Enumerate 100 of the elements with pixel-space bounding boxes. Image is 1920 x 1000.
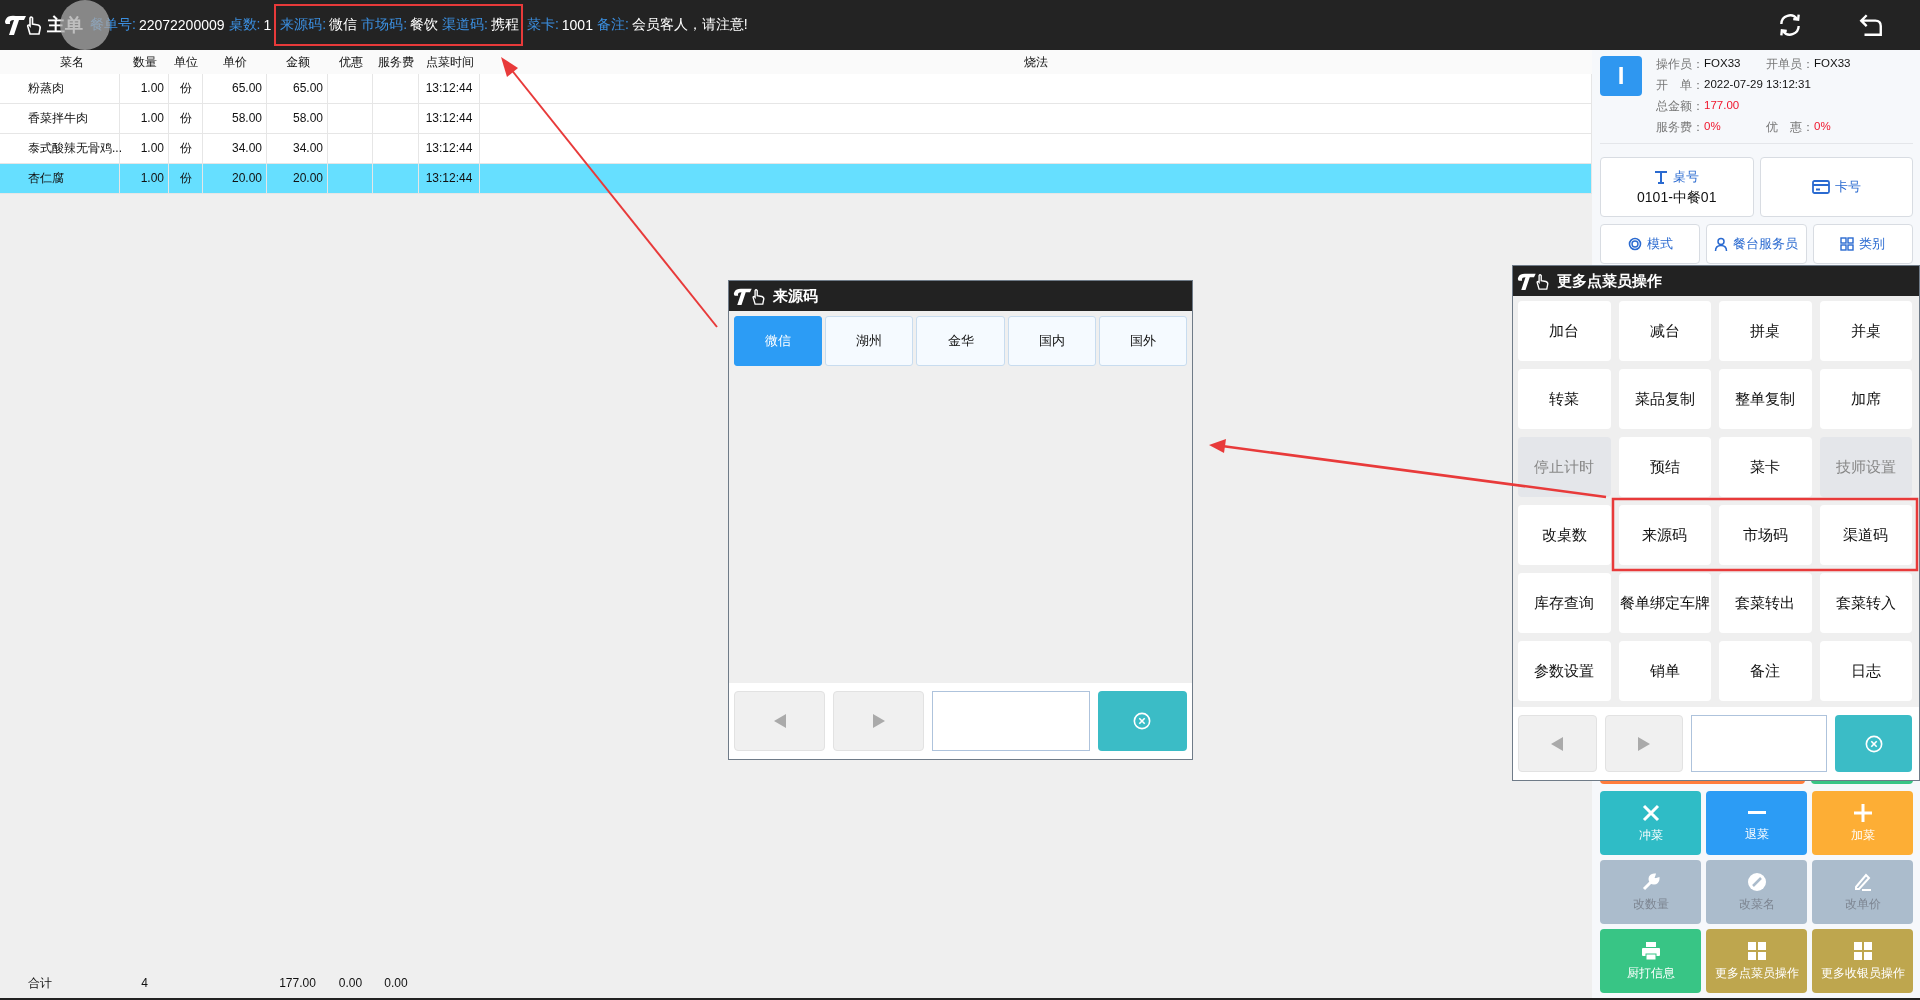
table-cell: 份 [179, 171, 192, 185]
operation-button[interactable]: 并桌 [1819, 301, 1912, 361]
operation-button[interactable]: 市场码 [1719, 505, 1812, 565]
table-cell: 20.00 [292, 171, 323, 185]
info-value: 0% [1814, 120, 1831, 134]
column-header: 菜名 [59, 53, 85, 71]
info-label: 开单员： [1766, 57, 1814, 72]
column-header: 服务费 [377, 53, 415, 71]
card-number-button[interactable]: 卡号 [1759, 157, 1913, 217]
status-badge: I [1600, 56, 1642, 96]
column-header: 单价 [222, 53, 248, 71]
column-header: 单位 [173, 53, 199, 71]
table-cell: 34.00 [292, 141, 323, 155]
field-value: 1001 [561, 17, 593, 33]
operation-button[interactable]: 菜卡 [1719, 437, 1812, 497]
field-label: 桌数: [228, 16, 261, 34]
field-value: 携程 [490, 16, 519, 34]
field-label: 菜卡: [526, 16, 559, 34]
operation-button[interactable]: 参数设置 [1518, 641, 1611, 701]
table-cell: 1.00 [140, 141, 164, 155]
option-button[interactable]: 湖州 [825, 316, 914, 366]
info-label: 开 单： [1656, 78, 1704, 93]
info-label: 优 惠： [1766, 120, 1814, 135]
mode-button[interactable]: 类别 [1812, 224, 1913, 264]
table-number-button[interactable]: 桌号 0101-中餐01 [1600, 157, 1754, 217]
operation-button[interactable]: 库存查询 [1518, 573, 1611, 633]
option-button[interactable]: 国外 [1098, 316, 1187, 366]
info-label: 操作员： [1656, 57, 1704, 72]
operation-button[interactable]: 加台 [1518, 301, 1611, 361]
table-cell: 20.00 [231, 171, 262, 185]
operation-button[interactable]: 加席 [1819, 369, 1912, 429]
table-cell: 65.00 [231, 81, 262, 95]
table-cell: 13:12:44 [425, 171, 473, 185]
table-cell: 香菜拌牛肉 [28, 111, 88, 125]
info-value: 2022-07-29 13:12:31 [1704, 78, 1811, 92]
table-cell: 13:12:44 [425, 141, 473, 155]
operation-button[interactable]: 减台 [1618, 301, 1711, 361]
table-row[interactable]: 泰式酸辣无骨鸡... 1.00 份 34.00 34.00 13:12:44 [0, 134, 1592, 164]
table-cell: 1.00 [140, 171, 164, 185]
table-cell: 粉蒸肉 [28, 81, 64, 95]
operation-button[interactable]: 改桌数 [1518, 505, 1611, 565]
window-title: 主单 [47, 14, 83, 37]
info-label: 总金额： [1656, 99, 1704, 114]
table-cell: 13:12:44 [425, 81, 473, 95]
total-label: 合计 [28, 975, 52, 990]
column-header: 数量 [131, 53, 158, 71]
mode-button[interactable]: 模式 [1600, 224, 1701, 264]
field-value: 会员客人，请注意! [631, 16, 748, 34]
operation-button[interactable]: 来源码 [1618, 505, 1711, 565]
operation-button[interactable]: 整单复制 [1719, 369, 1812, 429]
table-cell: 58.00 [292, 111, 323, 125]
dialog-title: 更多点菜员操作 [1557, 271, 1662, 291]
total-cell: 4 [141, 976, 148, 990]
column-header: 烧法 [1023, 53, 1049, 71]
table-cell: 13:12:44 [425, 111, 473, 125]
operation-button[interactable]: 餐单绑定车牌 [1618, 573, 1711, 633]
column-header: 点菜时间 [424, 53, 475, 71]
table-cell: 34.00 [231, 141, 262, 155]
option-button[interactable]: 金华 [916, 316, 1005, 366]
table-row[interactable]: 粉蒸肉 1.00 份 65.00 65.00 13:12:44 [0, 74, 1592, 104]
field-label: 备注: [596, 16, 629, 34]
table-cell: 份 [179, 81, 192, 95]
dialog-title: 来源码 [773, 286, 818, 306]
table-cell: 1.00 [140, 81, 164, 95]
field-value: 餐饮 [410, 16, 438, 34]
operation-button[interactable]: 转菜 [1518, 369, 1611, 429]
operation-button[interactable]: 日志 [1819, 641, 1912, 701]
table-cell: 65.00 [292, 81, 323, 95]
option-button[interactable]: 国内 [1007, 316, 1096, 366]
operation-button[interactable]: 备注 [1719, 641, 1812, 701]
operation-button[interactable]: 套菜转出 [1719, 573, 1812, 633]
operation-button[interactable]: 菜品复制 [1618, 369, 1711, 429]
field-label: 市场码: [361, 16, 407, 34]
field-label: 来源码: [280, 16, 327, 34]
field-value: 1 [263, 17, 272, 33]
info-value: FOX33 [1704, 57, 1741, 71]
info-label: 服务费： [1656, 120, 1704, 135]
column-header: 金额 [284, 53, 311, 71]
operation-button[interactable]: 销单 [1618, 641, 1711, 701]
operation-button[interactable]: 套菜转入 [1819, 573, 1912, 633]
table-cell: 58.00 [231, 111, 262, 125]
table-cell: 份 [179, 141, 192, 155]
info-value: 0% [1704, 120, 1721, 134]
selected-row[interactable]: 杏仁腐 1.00 份 20.00 20.00 13:12:44 [0, 164, 1592, 194]
operation-button[interactable]: 预结 [1618, 437, 1711, 497]
total-cell: 0.00 [338, 976, 363, 990]
column-header: 优惠 [337, 53, 364, 71]
table-row[interactable]: 香菜拌牛肉 1.00 份 58.00 58.00 13:12:44 [0, 104, 1592, 134]
operation-button[interactable]: 渠道码 [1819, 505, 1912, 565]
operation-button[interactable]: 拼桌 [1719, 301, 1812, 361]
info-value: FOX33 [1814, 57, 1851, 71]
table-cell: 杏仁腐 [28, 171, 64, 185]
field-label: 渠道码: [442, 16, 488, 34]
mode-button[interactable]: 餐台服务员 [1706, 224, 1807, 264]
total-cell: 0.00 [384, 976, 408, 990]
field-value: 微信 [329, 16, 358, 34]
field-value: 22072200009 [138, 17, 225, 33]
table-cell: 泰式酸辣无骨鸡... [28, 141, 122, 155]
total-cell: 177.00 [279, 976, 316, 990]
table-cell: 1.00 [140, 111, 164, 125]
